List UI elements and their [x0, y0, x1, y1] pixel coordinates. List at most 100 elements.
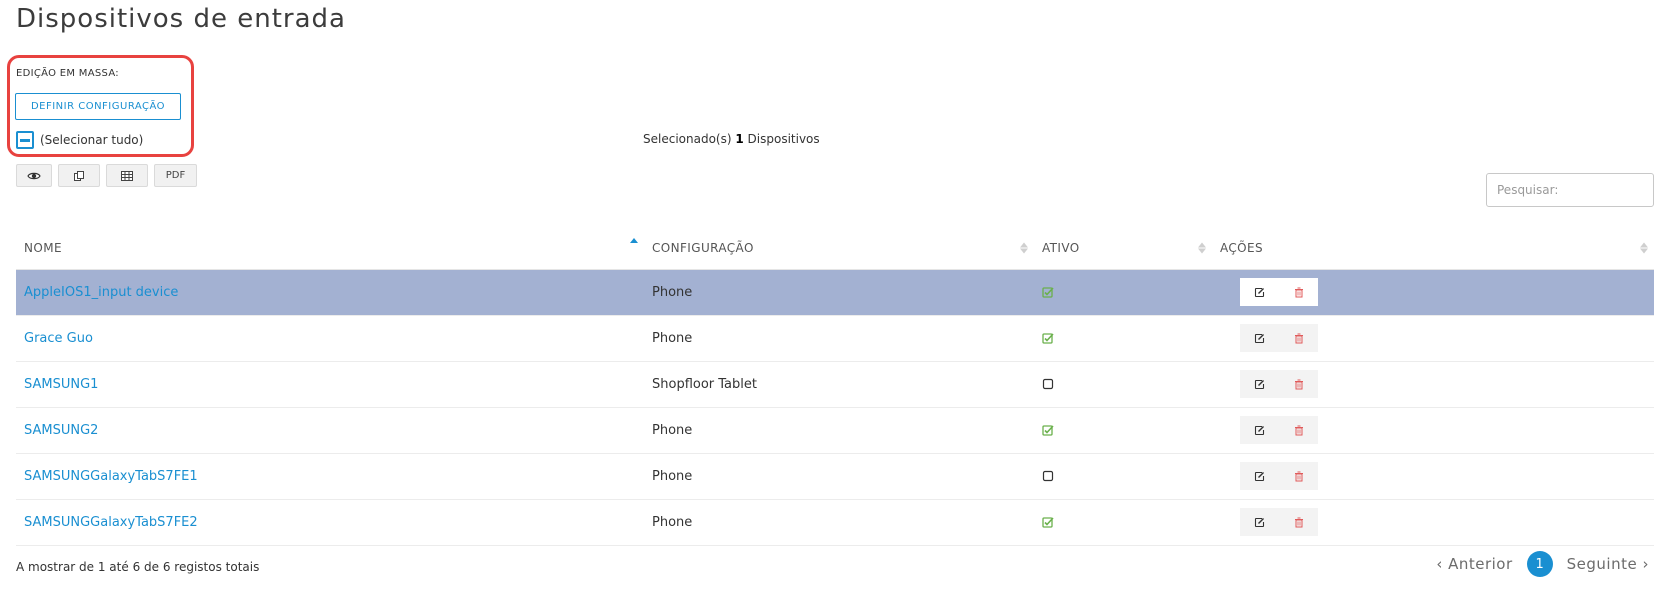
- table-row[interactable]: SAMSUNG2 Phone: [16, 407, 1654, 454]
- checked-checkbox-icon: [1042, 516, 1054, 528]
- edit-button[interactable]: [1240, 416, 1279, 444]
- cell-name: SAMSUNG1: [16, 361, 644, 408]
- delete-button[interactable]: [1279, 324, 1318, 352]
- column-header-actions[interactable]: AÇÕES: [1212, 227, 1654, 270]
- pdf-export-button[interactable]: PDF: [154, 164, 197, 187]
- edit-icon: [1254, 425, 1265, 436]
- table-row[interactable]: SAMSUNG1 Shopfloor Tablet: [16, 361, 1654, 408]
- delete-button[interactable]: [1279, 416, 1318, 444]
- configuration-value: Phone: [652, 330, 693, 346]
- device-name-link[interactable]: AppleIOS1_input device: [24, 285, 178, 300]
- edit-button[interactable]: [1240, 508, 1279, 536]
- column-label-configuration: CONFIGURAÇÃO: [652, 240, 754, 255]
- previous-label: Anterior: [1448, 555, 1513, 573]
- page-number-current[interactable]: 1: [1526, 551, 1553, 577]
- device-name-link[interactable]: SAMSUNG1: [24, 377, 98, 392]
- bulk-edit-label: EDIÇÃO EM MASSA:: [16, 68, 119, 79]
- delete-button[interactable]: [1279, 278, 1318, 306]
- cell-active: [1034, 315, 1212, 362]
- delete-button[interactable]: [1279, 508, 1318, 536]
- table-row[interactable]: SAMSUNGGalaxyTabS7FE1 Phone: [16, 453, 1654, 500]
- eye-icon: [27, 172, 41, 179]
- checked-checkbox-icon: [1042, 332, 1054, 344]
- cell-configuration: Shopfloor Tablet: [644, 361, 1034, 408]
- cell-actions: [1212, 315, 1654, 362]
- unchecked-checkbox-icon: [1042, 470, 1054, 482]
- cell-name: SAMSUNGGalaxyTabS7FE2: [16, 499, 644, 546]
- configuration-value: Phone: [652, 468, 693, 484]
- selection-prefix: Selecionado(s): [643, 132, 732, 146]
- device-name-link[interactable]: Grace Guo: [24, 331, 93, 346]
- device-name-link[interactable]: SAMSUNGGalaxyTabS7FE1: [24, 469, 198, 484]
- select-all[interactable]: (Selecionar tudo): [16, 131, 143, 149]
- table-row[interactable]: SAMSUNGGalaxyTabS7FE2 Phone: [16, 499, 1654, 546]
- column-header-configuration[interactable]: CONFIGURAÇÃO: [644, 227, 1034, 270]
- edit-icon: [1254, 471, 1265, 482]
- table-row[interactable]: AppleIOS1_input device Phone: [16, 269, 1654, 316]
- edit-button[interactable]: [1240, 324, 1279, 352]
- trash-icon: [1294, 425, 1304, 436]
- column-header-active[interactable]: ATIVO: [1034, 227, 1212, 270]
- selection-info: Selecionado(s) 1 Dispositivos: [643, 132, 820, 146]
- cell-configuration: Phone: [644, 407, 1034, 454]
- cell-actions: [1212, 407, 1654, 454]
- copy-button[interactable]: [58, 164, 100, 187]
- records-info: A mostrar de 1 até 6 de 6 registos totai…: [16, 560, 260, 574]
- cell-name: SAMSUNG2: [16, 407, 644, 454]
- export-toolbar: PDF: [16, 164, 197, 187]
- pagination: ‹ Anterior 1 Seguinte ›: [1436, 551, 1649, 577]
- cell-actions: [1212, 361, 1654, 408]
- table-icon: [121, 170, 133, 181]
- selection-count: 1: [735, 132, 744, 146]
- column-header-name[interactable]: NOME: [16, 227, 644, 270]
- configuration-value: Phone: [652, 284, 693, 300]
- configuration-value: Phone: [652, 422, 693, 438]
- edit-icon: [1254, 379, 1265, 390]
- row-actions: [1240, 416, 1318, 444]
- cell-active: [1034, 453, 1212, 500]
- delete-button[interactable]: [1279, 462, 1318, 490]
- trash-icon: [1294, 517, 1304, 528]
- checked-checkbox-icon: [1042, 286, 1054, 298]
- previous-page-link[interactable]: ‹ Anterior: [1436, 555, 1512, 573]
- edit-button[interactable]: [1240, 370, 1279, 398]
- sort-icon: [1198, 242, 1206, 254]
- cell-configuration: Phone: [644, 453, 1034, 500]
- edit-icon: [1254, 287, 1265, 298]
- column-label-actions: AÇÕES: [1220, 240, 1264, 255]
- device-name-link[interactable]: SAMSUNGGalaxyTabS7FE2: [24, 515, 198, 530]
- sort-icon: [1640, 242, 1648, 254]
- cell-name: Grace Guo: [16, 315, 644, 362]
- cell-name: SAMSUNGGalaxyTabS7FE1: [16, 453, 644, 500]
- row-actions: [1240, 462, 1318, 490]
- configuration-value: Shopfloor Tablet: [652, 376, 757, 392]
- select-all-label: (Selecionar tudo): [40, 133, 144, 147]
- edit-button[interactable]: [1240, 462, 1279, 490]
- select-all-checkbox[interactable]: [16, 131, 34, 149]
- edit-button[interactable]: [1240, 278, 1279, 306]
- device-name-link[interactable]: SAMSUNG2: [24, 423, 98, 438]
- checked-checkbox-icon: [1042, 424, 1054, 436]
- column-label-name: NOME: [24, 240, 62, 255]
- row-actions: [1240, 324, 1318, 352]
- edit-icon: [1254, 333, 1265, 344]
- next-page-link[interactable]: Seguinte ›: [1567, 555, 1649, 573]
- configuration-value: Phone: [652, 514, 693, 530]
- sort-asc-icon: [630, 238, 638, 243]
- cell-active: [1034, 269, 1212, 316]
- edit-icon: [1254, 517, 1265, 528]
- row-actions: [1240, 508, 1318, 536]
- search-input[interactable]: [1486, 173, 1654, 207]
- cell-actions: [1212, 499, 1654, 546]
- page-title: Dispositivos de entrada: [16, 4, 346, 34]
- excel-export-button[interactable]: [106, 164, 148, 187]
- cell-configuration: Phone: [644, 499, 1034, 546]
- column-visibility-button[interactable]: [16, 164, 52, 187]
- cell-active: [1034, 499, 1212, 546]
- table-row[interactable]: Grace Guo Phone: [16, 315, 1654, 362]
- delete-button[interactable]: [1279, 370, 1318, 398]
- cell-configuration: Phone: [644, 269, 1034, 316]
- define-configuration-button[interactable]: DEFINIR CONFIGURAÇÃO: [15, 93, 181, 120]
- unchecked-checkbox-icon: [1042, 378, 1054, 390]
- table-header-row: NOME CONFIGURAÇÃO ATIVO AÇÕES: [16, 227, 1654, 270]
